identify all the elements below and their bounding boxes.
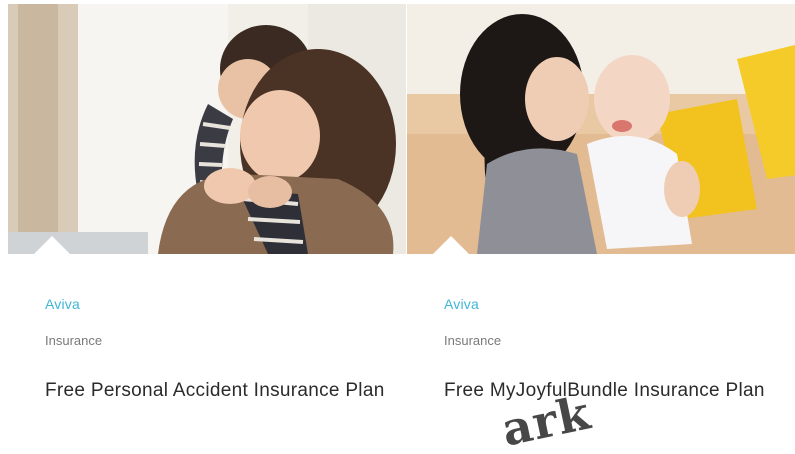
offer-card-myjoyfulbundle[interactable]: Aviva Insurance Free MyJoyfulBundle Insu… (407, 0, 795, 454)
offer-card-personal-accident[interactable]: Aviva Insurance Free Personal Accident I… (8, 0, 406, 454)
card-category: Insurance (444, 333, 502, 348)
card-title[interactable]: Free MyJoyfulBundle Insurance Plan (444, 376, 784, 405)
image-pointer-notch (34, 236, 70, 254)
card-brand: Aviva (444, 296, 479, 312)
offer-image-mother-child[interactable] (8, 4, 406, 254)
card-title[interactable]: Free Personal Accident Insurance Plan (45, 376, 385, 405)
offer-image-mother-baby[interactable] (407, 4, 795, 254)
card-category: Insurance (45, 333, 103, 348)
image-pointer-notch (433, 236, 469, 254)
card-brand: Aviva (45, 296, 80, 312)
